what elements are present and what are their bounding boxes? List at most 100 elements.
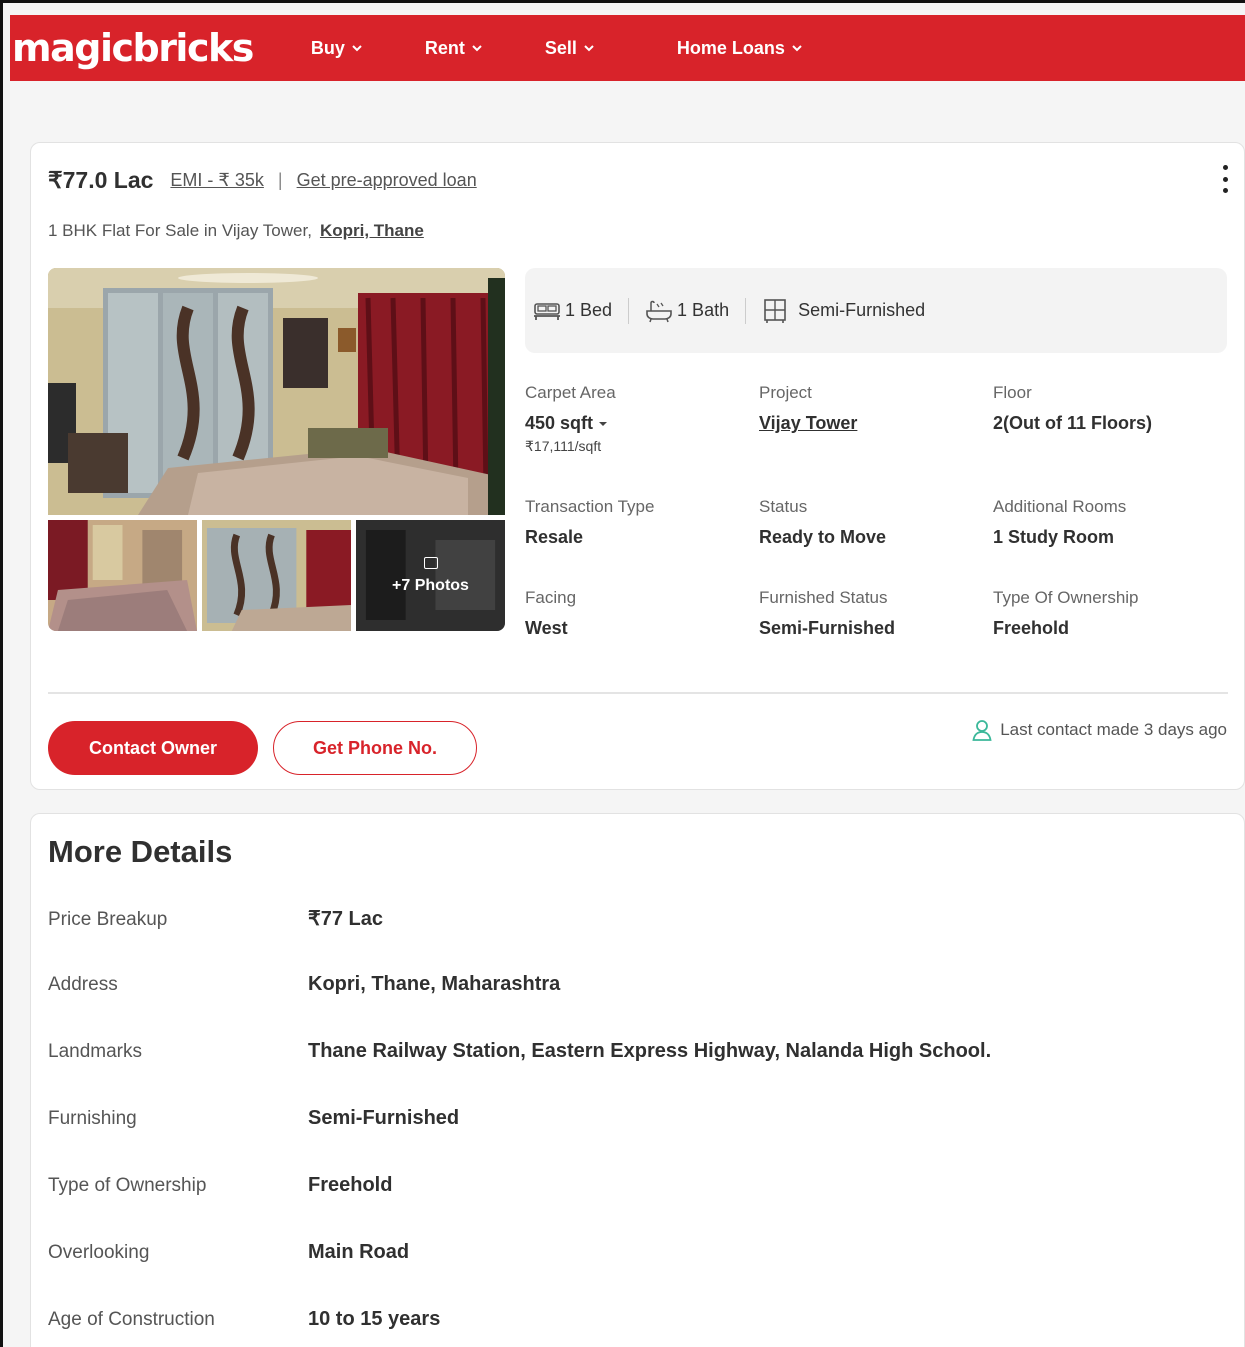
additional-rooms-value: 1 Study Room bbox=[993, 527, 1115, 547]
detail-label: Type of Ownership bbox=[48, 1175, 207, 1196]
bath-label: 1 Bath bbox=[677, 300, 730, 320]
transaction-type-label: Transaction Type bbox=[525, 497, 655, 516]
chevron-down-icon bbox=[352, 45, 362, 52]
transaction-type-value: Resale bbox=[525, 527, 584, 547]
detail-label: Overlooking bbox=[48, 1242, 150, 1263]
detail-row-address: Address Kopri, Thane, Maharashtra bbox=[48, 973, 1198, 996]
nav-rent[interactable]: Rent bbox=[425, 38, 483, 59]
more-details-title: More Details bbox=[48, 834, 233, 869]
additional-rooms-label: Additional Rooms bbox=[993, 497, 1127, 516]
furnished-status-value: Semi-Furnished bbox=[759, 618, 896, 638]
detail-value: Main Road bbox=[308, 1241, 410, 1263]
property-title-text: 1 BHK Flat For Sale in Vijay Tower, bbox=[48, 221, 312, 240]
locality-link[interactable]: Kopri, Thane bbox=[320, 221, 424, 240]
chevron-down-icon bbox=[584, 45, 594, 52]
magicbricks-logo[interactable]: magicbricks bbox=[12, 26, 254, 70]
nav-sell[interactable]: Sell bbox=[545, 38, 595, 59]
more-options-icon[interactable] bbox=[1220, 165, 1230, 193]
price-row: ₹77.0 Lac EMI - ₹ 35k | Get pre-approved… bbox=[48, 167, 477, 194]
bed-label: 1 Bed bbox=[565, 300, 613, 320]
spec-additional-rooms: Additional Rooms 1 Study Room bbox=[993, 497, 1126, 548]
detail-row-furnishing: Furnishing Semi-Furnished bbox=[48, 1107, 1198, 1130]
last-contact-text: Last contact made 3 days ago bbox=[1000, 720, 1227, 739]
more-photos-count: +7 Photos bbox=[392, 576, 469, 594]
amenities-summary: 1 Bed 1 Bath Semi-Furnished bbox=[525, 268, 1227, 353]
nav-home-loans[interactable]: Home Loans bbox=[677, 38, 803, 59]
detail-label: Price Breakup bbox=[48, 909, 168, 930]
thumbnail-photo-1[interactable] bbox=[48, 520, 197, 631]
nav-buy-label: Buy bbox=[310, 37, 345, 58]
more-photos-thumbnail[interactable]: +7 Photos bbox=[356, 520, 505, 631]
detail-row-ownership: Type of Ownership Freehold bbox=[48, 1174, 1198, 1197]
nav-rent-label: Rent bbox=[424, 37, 465, 58]
detail-value: Kopri, Thane, Maharashtra bbox=[308, 973, 561, 995]
bath-count: 1 Bath bbox=[645, 299, 729, 323]
furnishing-label: Semi-Furnished bbox=[798, 300, 926, 320]
top-nav-bar: magicbricks Buy Rent Sell Home Loans bbox=[10, 15, 1245, 81]
gallery-icon bbox=[423, 556, 438, 569]
project-label: Project bbox=[759, 383, 812, 402]
detail-value: Semi-Furnished bbox=[308, 1107, 460, 1129]
user-icon bbox=[972, 720, 992, 741]
detail-value: ₹77 Lac bbox=[308, 908, 383, 930]
property-card: ₹77.0 Lac EMI - ₹ 35k | Get pre-approved… bbox=[30, 142, 1245, 790]
nav-sell-label: Sell bbox=[544, 37, 577, 58]
thumbnail-photo-2[interactable] bbox=[202, 520, 351, 631]
detail-value: Freehold bbox=[308, 1174, 393, 1196]
detail-label: Furnishing bbox=[48, 1108, 137, 1129]
card-divider bbox=[48, 692, 1228, 694]
get-phone-button[interactable]: Get Phone No. bbox=[273, 721, 477, 775]
detail-label: Age of Construction bbox=[48, 1309, 215, 1330]
thumbnail-image bbox=[48, 520, 197, 631]
spec-facing: Facing West bbox=[525, 588, 576, 639]
spec-floor: Floor 2(Out of 11 Floors) bbox=[993, 383, 1152, 434]
property-subtitle: 1 BHK Flat For Sale in Vijay Tower, Kopri… bbox=[48, 221, 424, 241]
project-link[interactable]: Vijay Tower bbox=[759, 413, 857, 434]
bathtub-icon bbox=[646, 300, 672, 322]
amenity-divider bbox=[628, 297, 630, 324]
ownership-label: Type Of Ownership bbox=[993, 588, 1139, 607]
spec-status: Status Ready to Move bbox=[759, 497, 886, 548]
spec-ownership: Type Of Ownership Freehold bbox=[993, 588, 1139, 639]
furnished-status-label: Furnished Status bbox=[759, 588, 888, 607]
main-nav: Buy Rent Sell Home Loans bbox=[311, 38, 803, 59]
bed-icon bbox=[534, 302, 560, 320]
spec-transaction-type: Transaction Type Resale bbox=[525, 497, 654, 548]
detail-label: Address bbox=[48, 974, 118, 995]
chevron-down-icon bbox=[472, 45, 482, 52]
detail-value: Thane Railway Station, Eastern Express H… bbox=[308, 1040, 992, 1062]
chevron-down-icon bbox=[792, 45, 802, 52]
carpet-area-label: Carpet Area bbox=[525, 383, 616, 402]
main-property-photo[interactable] bbox=[48, 268, 505, 515]
detail-row-overlooking: Overlooking Main Road bbox=[48, 1241, 1198, 1264]
thumbnail-image bbox=[202, 520, 351, 631]
price-separator: | bbox=[277, 170, 283, 190]
emi-link[interactable]: EMI - ₹ 35k bbox=[170, 170, 263, 191]
bed-count: 1 Bed bbox=[533, 300, 612, 322]
spec-carpet-area: Carpet Area 450 sqft ₹17,111/sqft bbox=[525, 383, 616, 455]
photo-thumbnails: +7 Photos bbox=[48, 520, 505, 631]
detail-row-age: Age of Construction 10 to 15 years bbox=[48, 1308, 1198, 1331]
carpet-area-value[interactable]: 450 sqft bbox=[525, 413, 616, 434]
detail-row-price-breakup: Price Breakup ₹77 Lac bbox=[48, 906, 1198, 931]
browser-frame: magicbricks Buy Rent Sell Home Loans ₹77… bbox=[0, 0, 1245, 1347]
more-photos-overlay: +7 Photos bbox=[356, 520, 505, 631]
amenity-divider bbox=[745, 297, 747, 324]
status-value: Ready to Move bbox=[759, 527, 887, 547]
nav-buy[interactable]: Buy bbox=[311, 38, 363, 59]
ownership-value: Freehold bbox=[993, 618, 1070, 638]
property-price: ₹77.0 Lac bbox=[48, 167, 154, 193]
bedroom-photo-image bbox=[48, 268, 505, 515]
spec-project: Project Vijay Tower bbox=[759, 383, 857, 434]
more-details-section: More Details Price Breakup ₹77 Lac Addre… bbox=[30, 813, 1245, 1347]
facing-label: Facing bbox=[525, 588, 577, 607]
spec-furnished-status: Furnished Status Semi-Furnished bbox=[759, 588, 895, 639]
status-label: Status bbox=[759, 497, 808, 516]
pre-approved-loan-link[interactable]: Get pre-approved loan bbox=[297, 170, 477, 191]
detail-label: Landmarks bbox=[48, 1041, 142, 1062]
facing-value: West bbox=[525, 618, 568, 638]
furnishing-summary: Semi-Furnished bbox=[762, 298, 925, 324]
floor-label: Floor bbox=[993, 383, 1032, 402]
contact-owner-button[interactable]: Contact Owner bbox=[48, 721, 258, 775]
caret-down-icon bbox=[599, 422, 608, 427]
